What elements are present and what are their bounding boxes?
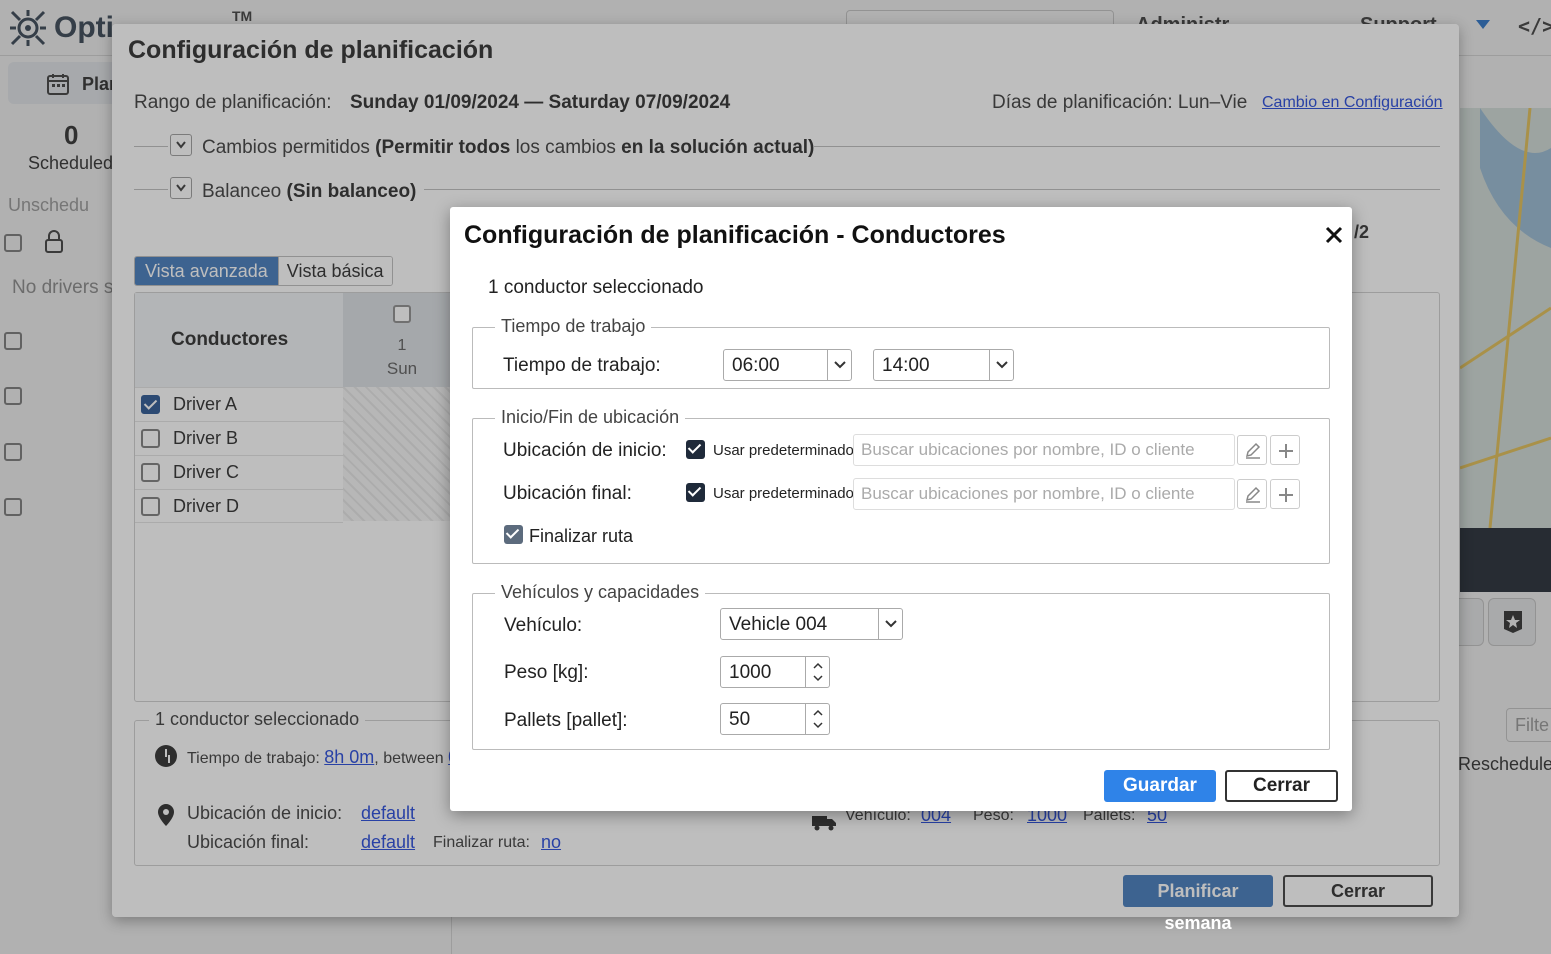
select-value: 14:00	[882, 355, 930, 376]
chevron-down-icon	[996, 361, 1008, 369]
add-end-location-button[interactable]	[1270, 479, 1300, 509]
vehicle-select[interactable]: Vehicle 004	[720, 608, 903, 640]
end-location-label: Ubicación final:	[503, 483, 632, 504]
finalize-route-checkbox[interactable]	[504, 525, 523, 544]
page-indicator: /2	[1354, 222, 1370, 242]
pallets-stepper[interactable]: 50	[720, 703, 830, 735]
stepper-arrows[interactable]	[805, 704, 829, 734]
up-down-arrows-icon	[813, 662, 823, 682]
edit-start-location-button[interactable]	[1237, 435, 1267, 465]
save-button[interactable]: Guardar	[1104, 770, 1216, 802]
worktime-start-select[interactable]: 06:00	[723, 349, 852, 381]
plus-icon	[1279, 444, 1293, 458]
add-start-location-button[interactable]	[1270, 435, 1300, 465]
up-down-arrows-icon	[813, 709, 823, 729]
select-arrow	[989, 350, 1013, 380]
selected-count: 1 conductor seleccionado	[488, 277, 704, 298]
fieldset-legend: Tiempo de trabajo	[495, 316, 652, 337]
select-value: Vehicle 004	[729, 614, 828, 635]
use-default-label: Usar predeterminado	[713, 485, 854, 502]
pallets-label: Pallets [pallet]:	[504, 710, 628, 731]
locations-fieldset: Inicio/Fin de ubicación Ubicación de ini…	[472, 407, 1330, 564]
fieldset-legend: Inicio/Fin de ubicación	[495, 407, 686, 428]
finalize-route-label: Finalizar ruta	[529, 526, 634, 546]
weight-label: Peso [kg]:	[504, 662, 589, 683]
select-value: 06:00	[732, 355, 780, 376]
worktime-end-select[interactable]: 14:00	[873, 349, 1014, 381]
chevron-down-icon	[885, 620, 897, 628]
edit-end-location-button[interactable]	[1237, 479, 1267, 509]
end-location-search[interactable]	[853, 478, 1235, 510]
start-location-label: Ubicación de inicio:	[503, 440, 667, 461]
stepper-value: 50	[729, 709, 751, 730]
drivers-config-dialog: Configuración de planificación - Conduct…	[450, 207, 1352, 811]
dialog-title: Configuración de planificación - Conduct…	[464, 221, 1006, 249]
use-default-label: Usar predeterminado	[713, 442, 854, 459]
select-arrow	[827, 350, 851, 380]
fieldset-legend: Vehículos y capacidades	[495, 582, 706, 603]
close-button[interactable]: Cerrar	[1225, 770, 1338, 802]
pencil-icon	[1245, 442, 1261, 459]
start-default-checkbox[interactable]	[686, 440, 705, 459]
chevron-down-icon	[834, 361, 846, 369]
start-location-search[interactable]	[853, 434, 1235, 466]
select-arrow	[878, 609, 902, 639]
stepper-arrows[interactable]	[805, 657, 829, 687]
vehicle-label: Vehículo:	[504, 615, 583, 636]
end-default-checkbox[interactable]	[686, 483, 705, 502]
vehicles-fieldset: Vehículos y capacidades Vehículo: Vehicl…	[472, 582, 1330, 750]
worktime-fieldset: Tiempo de trabajo Tiempo de trabajo: 06:…	[472, 316, 1330, 389]
weight-stepper[interactable]: 1000	[720, 656, 830, 688]
close-icon[interactable]	[1324, 225, 1344, 245]
pencil-icon	[1245, 486, 1261, 503]
plus-icon	[1279, 488, 1293, 502]
stepper-value: 1000	[729, 662, 772, 683]
worktime-label: Tiempo de trabajo:	[503, 355, 661, 376]
